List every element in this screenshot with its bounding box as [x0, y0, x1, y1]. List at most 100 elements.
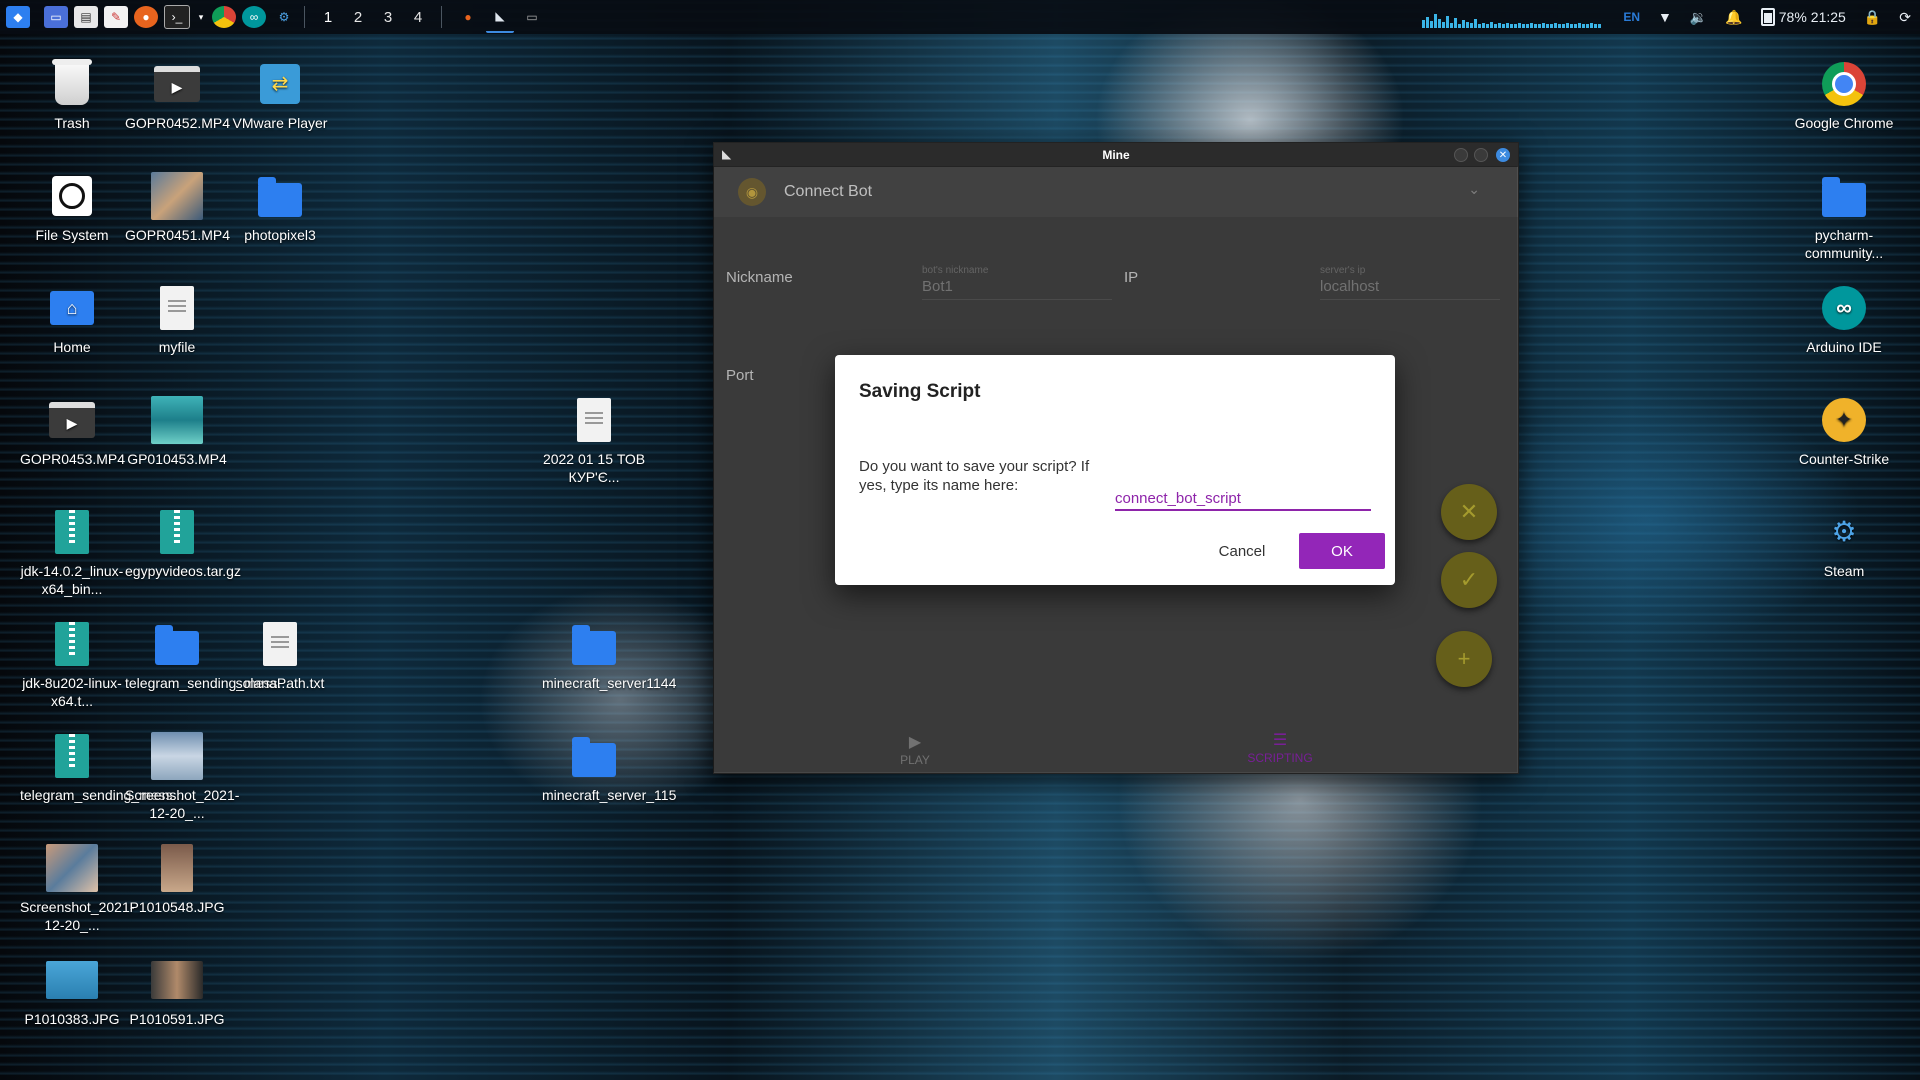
image-thumbnail	[161, 844, 193, 892]
battery-percent: 78%	[1778, 9, 1807, 25]
folder-icon	[1822, 177, 1866, 217]
lock-screen-icon[interactable]: 🔒	[1864, 9, 1881, 26]
desktop-icon-label: File System	[35, 227, 109, 243]
desktop-icon-telegram-archive[interactable]: telegram_sending_mess...	[20, 732, 185, 804]
image-thumbnail	[151, 732, 203, 780]
desktop-icon-label: Google Chrome	[1794, 115, 1894, 131]
steam-launcher-icon[interactable]: ⚙	[272, 6, 296, 28]
keyboard-layout[interactable]: EN	[1623, 10, 1640, 24]
wifi-icon[interactable]: ▼	[1658, 9, 1672, 25]
desktop-icon-gopr0453[interactable]: GOPR0453.MP4	[20, 396, 125, 468]
chrome-launcher-icon[interactable]	[212, 6, 236, 28]
desktop-icon-minecraft-server1144[interactable]: minecraft_server1144	[542, 620, 677, 692]
logout-icon[interactable]: ⟳	[1899, 9, 1911, 26]
text-editor-icon[interactable]: ✎	[104, 6, 128, 28]
desktop-icon-file-system[interactable]: File System	[20, 172, 124, 244]
trash-icon	[52, 59, 92, 105]
desktop-icon-label: P1010548.JPG	[129, 899, 225, 915]
document-icon	[577, 398, 611, 442]
taskbar-firefox-window[interactable]: ●	[454, 2, 482, 32]
terminal-icon[interactable]: ›_	[164, 5, 190, 29]
arduino-launcher-icon[interactable]: ∞	[242, 6, 266, 28]
desktop-icon-label: telegram_sending_mess...	[20, 787, 185, 803]
desktop-icon-jdk14[interactable]: jdk-14.0.2_linux-x64_bin...	[20, 508, 124, 598]
desktop-icon-label: minecraft_server1144	[542, 675, 677, 691]
cpu-graph[interactable]	[1422, 6, 1602, 28]
desktop-icon-label: Trash	[54, 115, 90, 131]
desktop-icon-jdk8[interactable]: jdk-8u202-linux-x64.t...	[20, 620, 124, 710]
desktop-icon-screenshot-2[interactable]: Screenshot_2021-12-20_...	[20, 844, 134, 934]
desktop-icon-p1010383[interactable]: P1010383.JPG	[20, 956, 124, 1028]
desktop-icon-myfile[interactable]: myfile	[125, 284, 229, 356]
desktop-icon-p1010591[interactable]: P1010591.JPG	[125, 956, 229, 1028]
cancel-button[interactable]: Cancel	[1207, 533, 1277, 569]
desktop-icon-label: GP010453.MP4	[127, 451, 227, 467]
script-name-input[interactable]	[1115, 487, 1371, 511]
firefox-icon[interactable]: ●	[134, 6, 158, 28]
desktop-icon-label: VMware Player	[232, 115, 328, 131]
desktop-icon-label: GOPR0452.MP4	[125, 115, 231, 131]
desktop-icon-gp010453[interactable]: GP010453.MP4	[125, 396, 229, 468]
volume-icon[interactable]: 🔉	[1690, 9, 1707, 26]
desktop-icon-screenshot-1[interactable]: Screenshot_2021-12-20_...	[125, 732, 240, 822]
desktop-icon-telegram-folder[interactable]: telegram_sending_mess...	[125, 620, 290, 692]
vmware-icon: ⇄	[260, 64, 300, 104]
desktop-icon-home[interactable]: ⌂ Home	[20, 284, 124, 356]
battery-icon	[1760, 8, 1775, 26]
desktop-icon-gopr0451[interactable]: GOPR0451.MP4	[125, 172, 230, 244]
folder-icon	[572, 625, 616, 665]
desktop-icon-counter-strike[interactable]: ✦ Counter-Strike	[1792, 396, 1896, 468]
desktop-icon-label: telegram_sending_mess...	[125, 675, 290, 691]
desktop-icon-trash[interactable]: Trash	[20, 59, 124, 132]
document-icon	[160, 286, 194, 330]
battery-indicator[interactable]: 78% 21:25	[1760, 8, 1846, 26]
maximize-button[interactable]	[1474, 148, 1488, 162]
workspace-1[interactable]: 1	[313, 9, 343, 26]
image-thumbnail	[151, 961, 203, 999]
window-title: Mine	[1102, 148, 1130, 162]
document-icon	[263, 622, 297, 666]
chevron-down-icon[interactable]: ▾	[196, 6, 206, 28]
desktop-icon-p1010548[interactable]: P1010548.JPG	[125, 844, 229, 916]
steam-icon: ⚙	[1831, 516, 1857, 547]
desktop-icon-label: jdk-14.0.2_linux-x64_bin...	[20, 563, 124, 597]
folder-icon	[155, 625, 199, 665]
close-button[interactable]: ✕	[1496, 148, 1510, 162]
ok-button[interactable]: OK	[1299, 533, 1385, 569]
desktop-icon-courier-doc[interactable]: 2022 01 15 ТОВ КУР'Є...	[542, 396, 646, 486]
archive-icon	[55, 622, 89, 666]
minimize-button[interactable]	[1454, 148, 1468, 162]
show-desktop-icon[interactable]: ▭	[44, 6, 68, 28]
counter-strike-icon: ✦	[1822, 398, 1866, 442]
desktop-icon-label: solanaPath.txt	[235, 675, 325, 691]
file-manager-icon[interactable]: ▤	[74, 6, 98, 28]
notification-bell-icon[interactable]: 🔔	[1725, 9, 1742, 26]
desktop-icon-pycharm[interactable]: pycharm-community...	[1792, 172, 1896, 262]
workspace-2[interactable]: 2	[343, 9, 373, 26]
taskbar-separator	[304, 6, 305, 28]
desktop-icon-label: egypyvideos.tar.gz	[125, 563, 241, 579]
desktop-icon-arduino-ide[interactable]: ∞ Arduino IDE	[1792, 284, 1896, 356]
taskbar-terminal-window[interactable]: ▭	[518, 2, 546, 32]
archive-icon	[55, 734, 89, 778]
chrome-icon	[1822, 62, 1866, 106]
clock[interactable]: 21:25	[1811, 9, 1846, 25]
desktop-icon-photopixel3[interactable]: photopixel3	[228, 172, 332, 244]
desktop-icon-solanapath[interactable]: solanaPath.txt	[228, 620, 332, 692]
archive-icon	[160, 510, 194, 554]
video-thumbnail	[151, 396, 203, 444]
workspace-4[interactable]: 4	[403, 9, 433, 26]
desktop-icon-minecraft-server115[interactable]: minecraft_server_115	[542, 732, 676, 804]
window-titlebar[interactable]: ◣ Mine ✕	[714, 143, 1518, 167]
image-thumbnail	[46, 844, 98, 892]
workspace-3[interactable]: 3	[373, 9, 403, 26]
desktop-icon-label: Screenshot_2021-12-20_...	[125, 787, 240, 821]
dialog-message: Do you want to save your script? If yes,…	[859, 458, 1090, 494]
desktop-icon-egypyvideos[interactable]: egypyvideos.tar.gz	[125, 508, 241, 580]
desktop-icon-gopr0452[interactable]: GOPR0452.MP4	[125, 60, 231, 132]
kali-menu-icon[interactable]: ◆	[6, 6, 30, 28]
desktop-icon-steam[interactable]: ⚙ Steam	[1792, 508, 1896, 580]
taskbar-mine-window[interactable]: ◣	[486, 1, 514, 33]
desktop-icon-vmware[interactable]: ⇄ VMware Player	[228, 60, 332, 132]
desktop-icon-google-chrome[interactable]: Google Chrome	[1792, 60, 1896, 132]
